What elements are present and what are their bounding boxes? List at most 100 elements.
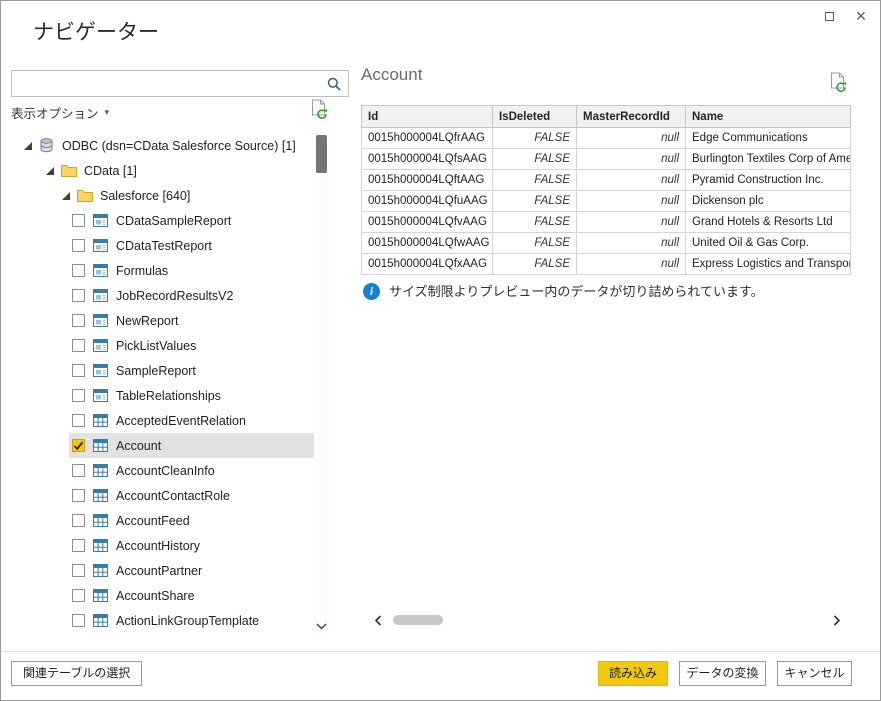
truncation-notice-text: サイズ制限よりプレビュー内のデータが切り詰められています。 [389,283,764,300]
tree-item-ActionLinkGroupTemplate[interactable]: ActionLinkGroupTemplate [69,608,314,633]
table-header-row: IdIsDeletedMasterRecordIdName [362,106,851,128]
tree-scrollbar[interactable] [314,133,329,633]
display-options-dropdown[interactable]: 表示オプション ▾ [11,102,109,123]
window-controls: × [818,5,872,27]
tree-item-label: SampleReport [116,364,196,378]
tree-item-AcceptedEventRelation[interactable]: AcceptedEventRelation [69,408,314,433]
cell-name: Dickenson plc [686,191,851,212]
cell-isdeleted: FALSE [493,254,577,275]
search-icon[interactable] [320,77,348,91]
cell-isdeleted: FALSE [493,233,577,254]
folder-icon [77,189,93,202]
expander-icon[interactable] [45,166,54,175]
cancel-button[interactable]: キャンセル [777,661,852,686]
transform-data-button[interactable]: データの変換 [679,661,766,686]
load-button[interactable]: 読み込み [598,661,668,686]
tree-node-cdata[interactable]: CData [1] [11,158,314,183]
maximize-button[interactable] [818,5,840,27]
table-row: 0015h000004LQfvAAGFALSEnullGrand Hotels … [362,212,851,233]
tree-node-odbc[interactable]: ODBC (dsn=CData Salesforce Source) [1] [11,133,314,158]
tree-item-AccountPartner[interactable]: AccountPartner [69,558,314,583]
cell-masterrecordid: null [577,233,686,254]
search-box[interactable] [11,70,349,97]
checkbox-unchecked[interactable] [72,214,85,227]
tree-node-salesforce[interactable]: Salesforce [640] [11,183,314,208]
column-header-name[interactable]: Name [686,106,851,128]
cell-name: Grand Hotels & Resorts Ltd [686,212,851,233]
search-input[interactable] [12,71,320,96]
table-icon [93,489,109,502]
cell-isdeleted: FALSE [493,170,577,191]
tree-item-label: JobRecordResultsV2 [116,289,233,303]
footer-divider [1,651,880,652]
dialog-title: ナビゲーター [33,16,159,46]
tree-item-AccountContactRole[interactable]: AccountContactRole [69,483,314,508]
checkbox-unchecked[interactable] [72,614,85,627]
table-row: 0015h000004LQfsAAGFALSEnullBurlington Te… [362,149,851,170]
checkbox-unchecked[interactable] [72,264,85,277]
checkbox-checked[interactable] [72,439,85,452]
checkbox-unchecked[interactable] [72,414,85,427]
database-icon [39,138,55,153]
tree-item-label: AccountPartner [116,564,202,578]
cell-isdeleted: FALSE [493,191,577,212]
close-button[interactable]: × [850,5,872,27]
tree-item-AccountFeed[interactable]: AccountFeed [69,508,314,533]
tree-item-label: CDataSampleReport [116,214,231,228]
tree-item-label: AccountCleanInfo [116,464,215,478]
checkbox-unchecked[interactable] [72,314,85,327]
checkbox-unchecked[interactable] [72,514,85,527]
tree-node-label: CData [1] [84,164,137,178]
checkbox-unchecked[interactable] [72,489,85,502]
preview-h-scrollbar[interactable] [361,611,850,630]
expander-icon[interactable] [61,191,70,200]
tree-item-JobRecordResultsV2[interactable]: JobRecordResultsV2 [69,283,314,308]
column-header-masterrecordid[interactable]: MasterRecordId [577,106,686,128]
cell-name: Express Logistics and Transport [686,254,851,275]
tree-item-AccountShare[interactable]: AccountShare [69,583,314,608]
scrollbar-thumb[interactable] [393,615,443,625]
checkbox-unchecked[interactable] [72,389,85,402]
chevron-down-icon: ▾ [105,107,110,118]
tree-item-Formulas[interactable]: Formulas [69,258,314,283]
tree-item-AccountCleanInfo[interactable]: AccountCleanInfo [69,458,314,483]
cell-id: 0015h000004LQfrAAG [362,128,493,149]
navigator-dialog: ナビゲーター × 表示オプション ▾ [0,0,881,701]
select-related-tables-button[interactable]: 関連テーブルの選択 [11,661,142,686]
refresh-preview-icon[interactable] [829,72,847,98]
truncation-notice: i サイズ制限よりプレビュー内のデータが切り詰められています。 [363,283,843,300]
tree-item-TableRelationships[interactable]: TableRelationships [69,383,314,408]
tree-item-SampleReport[interactable]: SampleReport [69,358,314,383]
checkbox-unchecked[interactable] [72,364,85,377]
tree-node-label: ODBC (dsn=CData Salesforce Source) [1] [62,139,296,153]
checkbox-unchecked[interactable] [72,564,85,577]
scroll-right-icon[interactable] [833,615,840,626]
tree-item-CDataTestReport[interactable]: CDataTestReport [69,233,314,258]
tree-item-AccountHistory[interactable]: AccountHistory [69,533,314,558]
cell-name: Pyramid Construction Inc. [686,170,851,191]
column-header-isdeleted[interactable]: IsDeleted [493,106,577,128]
tree-item-Account[interactable]: Account [69,433,314,458]
tree-item-PickListValues[interactable]: PickListValues [69,333,314,358]
checkbox-unchecked[interactable] [72,539,85,552]
scrollbar-thumb[interactable] [316,135,327,173]
checkbox-unchecked[interactable] [72,339,85,352]
scroll-left-icon[interactable] [375,615,382,626]
expander-icon[interactable] [23,141,32,150]
checkbox-unchecked[interactable] [72,464,85,477]
tree-item-CDataSampleReport[interactable]: CDataSampleReport [69,208,314,233]
tree-item-label: TableRelationships [116,389,221,403]
refresh-list-icon[interactable] [310,99,328,125]
tree-item-NewReport[interactable]: NewReport [69,308,314,333]
scroll-down-icon[interactable] [314,623,329,630]
cell-isdeleted: FALSE [493,212,577,233]
table-icon [93,589,109,602]
checkbox-unchecked[interactable] [72,239,85,252]
checkbox-unchecked[interactable] [72,589,85,602]
table-icon [93,564,109,577]
checkbox-unchecked[interactable] [72,289,85,302]
folder-icon [61,164,77,177]
tree-node-label: Salesforce [640] [100,189,190,203]
maximize-icon [825,12,834,21]
column-header-id[interactable]: Id [362,106,493,128]
